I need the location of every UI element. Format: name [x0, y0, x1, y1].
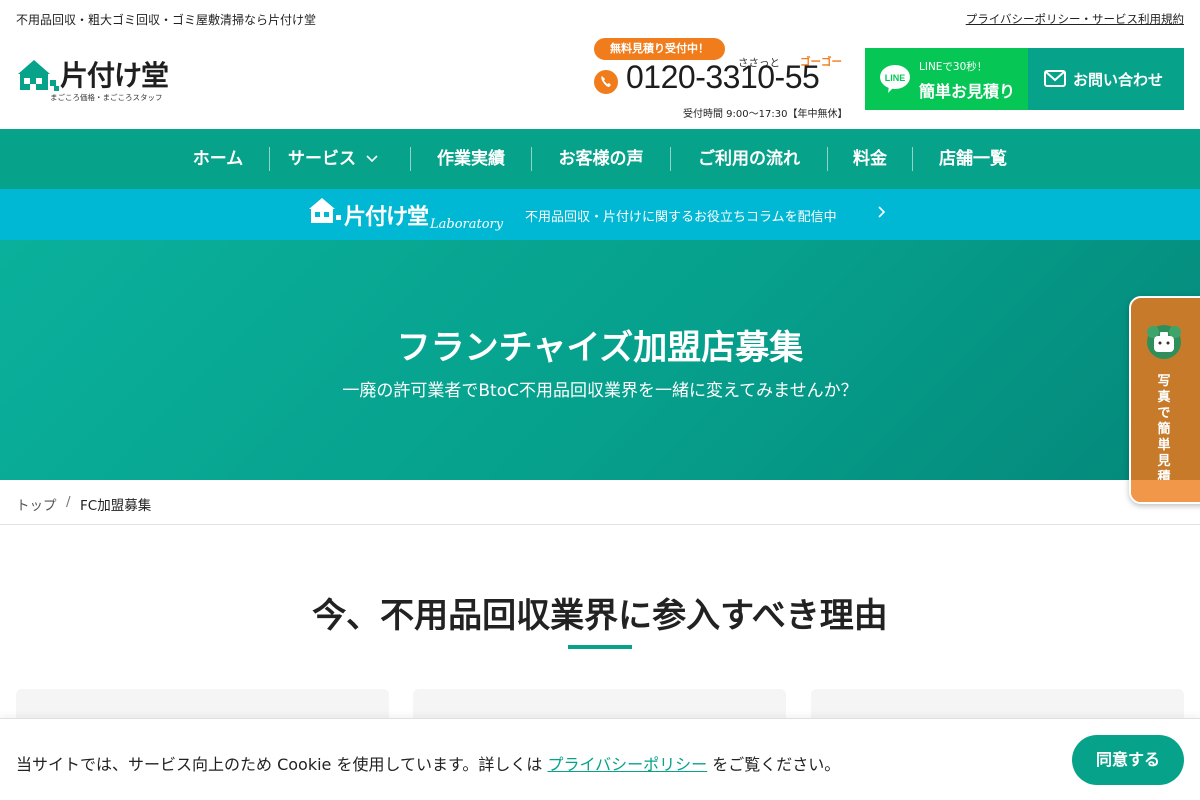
- nav-item-works[interactable]: 作業実績: [426, 129, 516, 189]
- hero-subtitle: 一廃の許可業者でBtoC不用品回収業界を一緒に変えてみませんか？: [342, 381, 858, 401]
- line-button-label: 簡単お見積り: [919, 82, 1016, 101]
- chevron-down-icon: [366, 155, 378, 163]
- nav-separator: [269, 147, 270, 171]
- free-estimate-badge: 無料見積り受付中！: [594, 38, 725, 60]
- site-header: 片付け堂 まごころ価格・まごころスタッフ 無料見積り受付中！ ささっと ゴーゴー…: [0, 38, 1200, 129]
- house-logo-icon: [309, 198, 341, 223]
- hero-banner: フランチャイズ加盟店募集 一廃の許可業者でBtoC不用品回収業界を一緒に変えてみ…: [0, 240, 1200, 480]
- breadcrumb-separator: /: [66, 494, 71, 510]
- nav-separator: [531, 147, 532, 171]
- contact-button[interactable]: お問い合わせ: [1028, 48, 1184, 110]
- nav-item-stores[interactable]: 店舗一覧: [928, 129, 1018, 189]
- cookie-banner: 当サイトでは、サービス向上のため Cookie を使用しています。詳しくは プラ…: [0, 718, 1200, 800]
- phone-number-link[interactable]: 0120-3310-55: [626, 59, 820, 96]
- line-estimate-button[interactable]: LINE LINEで30秒！ 簡単お見積り: [865, 48, 1028, 110]
- nav-item-home[interactable]: ホーム: [185, 129, 251, 189]
- camera-character-icon: [1147, 325, 1181, 359]
- laboratory-logo: 片付け堂 Laboratory: [308, 197, 518, 237]
- main-nav: ホーム サービス 作業実績 お客様の声 ご利用の流れ 料金 店舗一覧: [0, 129, 1200, 189]
- laboratory-logo-sub: Laboratory: [430, 217, 504, 232]
- contact-button-label: お問い合わせ: [1073, 71, 1164, 89]
- breadcrumb-current: FC加盟募集: [80, 498, 152, 514]
- section-title-underline: [568, 645, 632, 649]
- site-tagline: 不用品回収・粗大ゴミ回収・ゴミ屋敷清掃なら片付け堂: [16, 13, 317, 27]
- site-logo[interactable]: 片付け堂 まごころ価格・まごころスタッフ: [16, 56, 186, 102]
- nav-separator: [912, 147, 913, 171]
- phone-hours: 受付時間 9:00〜17:30【年中無休】: [683, 109, 848, 120]
- nav-separator: [410, 147, 411, 171]
- chevron-right-icon: [878, 206, 886, 218]
- cookie-text-after: をご覧ください。: [712, 755, 841, 774]
- svg-text:LINE: LINE: [885, 73, 906, 83]
- line-button-subtext: LINEで30秒！: [919, 61, 988, 73]
- privacy-policy-link[interactable]: プライバシーポリシー・サービス利用規約: [966, 11, 1184, 27]
- cookie-privacy-link[interactable]: プライバシーポリシー: [548, 755, 708, 774]
- top-strip: 不用品回収・粗大ゴミ回収・ゴミ屋敷清掃なら片付け堂 プライバシーポリシー・サービ…: [0, 0, 1200, 38]
- section-title: 今、不用品回収業界に参入すべき理由: [312, 596, 888, 636]
- mail-icon: [1044, 70, 1066, 87]
- photo-estimate-label: 写真で簡単見積: [1157, 374, 1171, 485]
- laboratory-logo-wordmark: 片付け堂: [344, 205, 429, 230]
- laboratory-banner-text: 不用品回収・片付けに関するお役立ちコラムを配信中: [525, 210, 837, 225]
- cookie-message: 当サイトでは、サービス向上のため Cookie を使用しています。詳しくは プラ…: [16, 751, 840, 775]
- logo-tagline: まごころ価格・まごころスタッフ: [50, 93, 163, 102]
- phone-icon: [594, 70, 618, 94]
- breadcrumb: トップ / FC加盟募集: [0, 480, 1200, 525]
- cookie-text-before: 当サイトでは、サービス向上のため Cookie を使用しています。詳しくは: [16, 755, 543, 774]
- house-logo-icon: [18, 60, 59, 91]
- nav-item-pricing[interactable]: 料金: [843, 129, 897, 189]
- laboratory-banner[interactable]: 片付け堂 Laboratory 不用品回収・片付けに関するお役立ちコラムを配信中: [0, 189, 1200, 240]
- breadcrumb-home-link[interactable]: トップ: [16, 494, 57, 514]
- nav-item-services[interactable]: サービス: [288, 129, 388, 189]
- logo-wordmark: 片付け堂: [60, 59, 169, 92]
- line-icon: LINE: [880, 65, 910, 93]
- nav-item-services-label: サービス: [288, 149, 356, 169]
- nav-item-flow[interactable]: ご利用の流れ: [686, 129, 812, 189]
- photo-estimate-tab[interactable]: 写真で簡単見積: [1129, 296, 1200, 504]
- nav-separator: [827, 147, 828, 171]
- hero-title: フランチャイズ加盟店募集: [396, 328, 804, 368]
- nav-item-voices[interactable]: お客様の声: [547, 129, 655, 189]
- cookie-agree-button[interactable]: 同意する: [1072, 735, 1184, 785]
- nav-separator: [670, 147, 671, 171]
